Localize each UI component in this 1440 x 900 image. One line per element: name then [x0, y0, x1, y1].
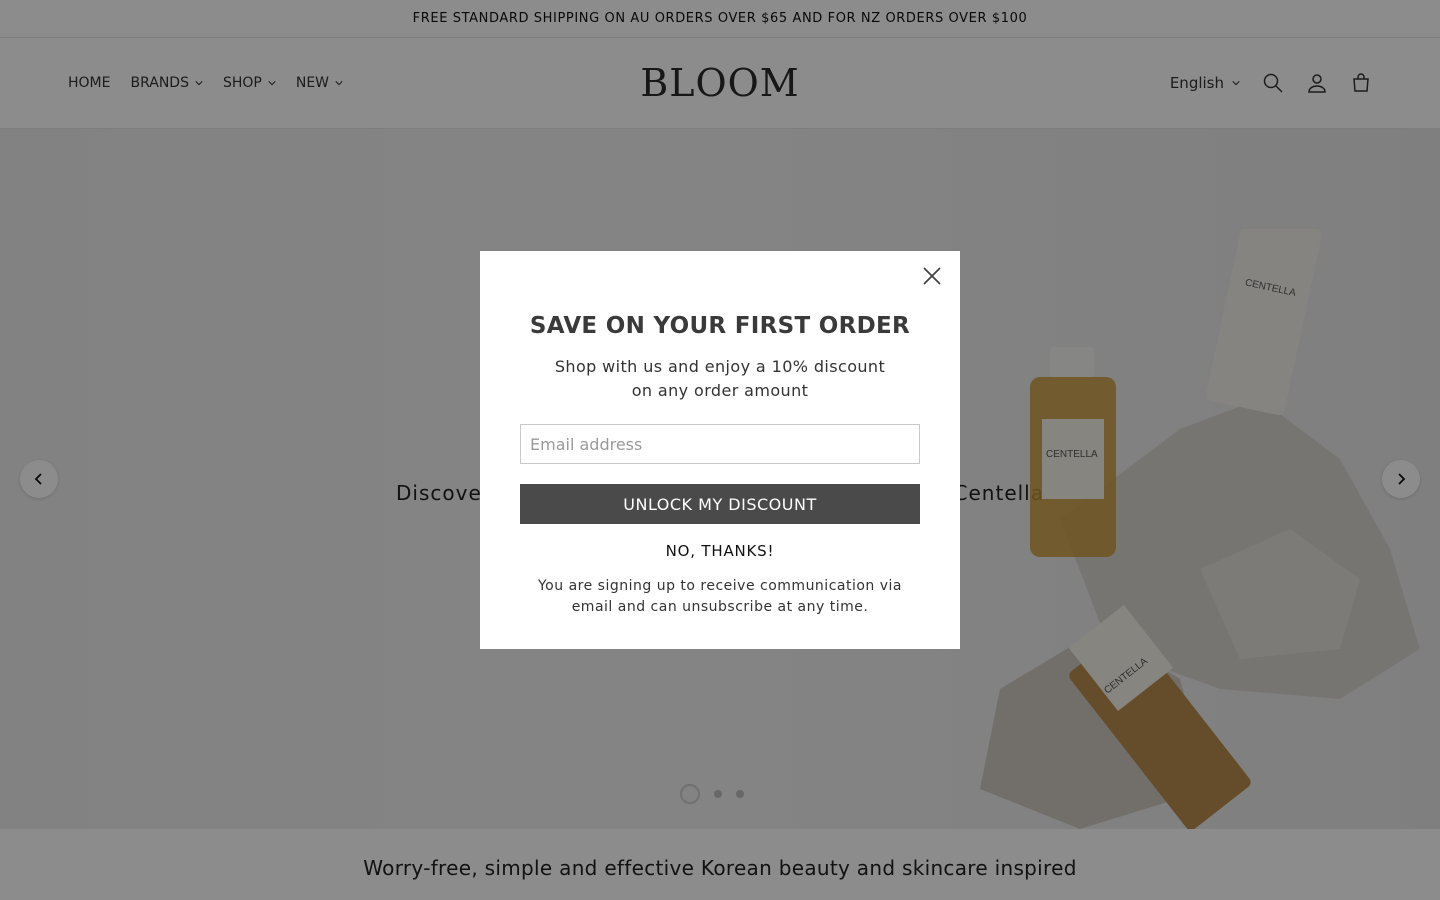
popup-subtitle-line1: Shop with us and enjoy a 10% discount	[554, 357, 886, 376]
email-field[interactable]	[520, 424, 920, 464]
popup-subtitle-line2: on any order amount	[631, 381, 809, 400]
no-thanks-button[interactable]: NO, THANKS!	[666, 542, 775, 560]
close-icon	[923, 267, 941, 285]
unlock-discount-button[interactable]: UNLOCK MY DISCOUNT	[520, 484, 920, 524]
popup-title: SAVE ON YOUR FIRST ORDER	[529, 313, 911, 339]
popup-subtitle: Shop with us and enjoy a 10% discount on…	[480, 355, 960, 403]
popup-disclaimer: You are signing up to receive communicat…	[537, 578, 902, 615]
discount-popup: SAVE ON YOUR FIRST ORDER Shop with us an…	[480, 251, 960, 649]
close-button[interactable]	[920, 264, 944, 288]
